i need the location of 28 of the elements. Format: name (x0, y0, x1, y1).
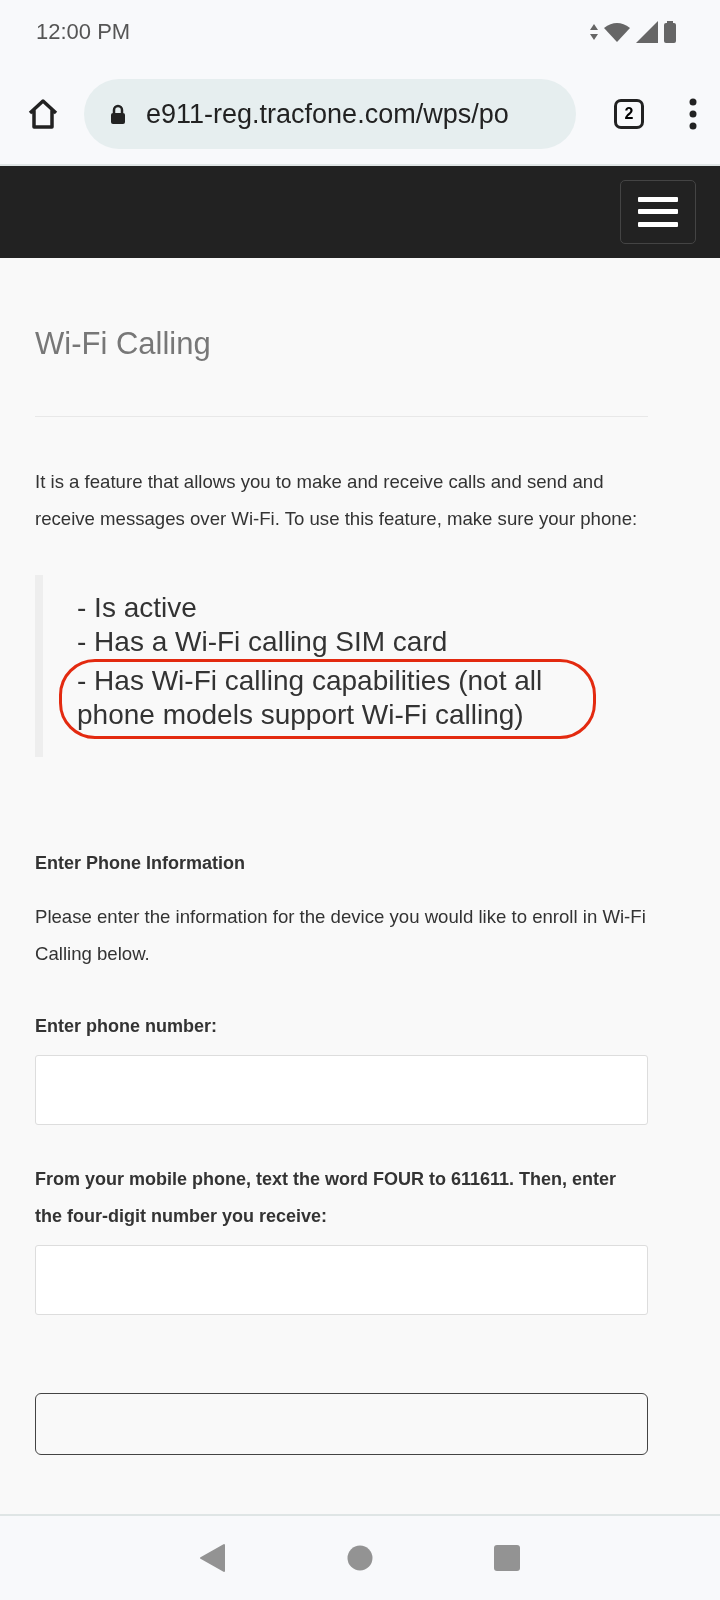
data-arrows-icon (590, 24, 598, 40)
back-icon[interactable] (200, 1543, 227, 1573)
battery-icon (664, 21, 676, 43)
circled-requirement: - Has Wi-Fi calling capabilities (not all phone models support Wi-Fi calling) (59, 659, 596, 739)
lock-icon (110, 104, 126, 124)
menu-icon (638, 197, 678, 227)
section-text: Please enter the information for the device you would like to enroll in Wi-Fi Calling below. (35, 905, 647, 966)
requirement: - Has a Wi-Fi calling SIM card (77, 625, 448, 659)
url-text: e911-reg.tracfone.com/wps/po (146, 98, 509, 130)
signal-icon (636, 21, 658, 43)
wifi-icon (604, 22, 630, 42)
menu-button[interactable] (620, 180, 696, 244)
recents-icon[interactable] (493, 1545, 520, 1571)
tab-count[interactable]: 2 (614, 99, 644, 129)
input-field[interactable] (35, 1245, 648, 1315)
home-circle-icon[interactable] (347, 1545, 373, 1571)
home-icon[interactable] (26, 98, 60, 130)
field-label: Enter phone number: (35, 1015, 218, 1038)
section-heading: Enter Phone Information (35, 853, 246, 874)
requirement: - Is active (77, 591, 197, 625)
input-field[interactable] (35, 1055, 648, 1125)
button[interactable] (35, 1393, 648, 1455)
field-label: From your mobile phone, text the word FOUR to 611611. Then, enter the four-digit number you receive: (35, 1168, 618, 1228)
address-bar[interactable]: e911-reg.tracfone.com/wps/po (84, 79, 576, 149)
status-time: 12:00 PM (36, 19, 131, 45)
page-title: Wi-Fi Calling (35, 326, 212, 362)
more-icon[interactable] (688, 98, 698, 130)
intro-text: It is a feature that allows you to make and receive calls and send and receive messages over Wi-Fi. To use this feature, make sure your phone: (35, 470, 639, 531)
